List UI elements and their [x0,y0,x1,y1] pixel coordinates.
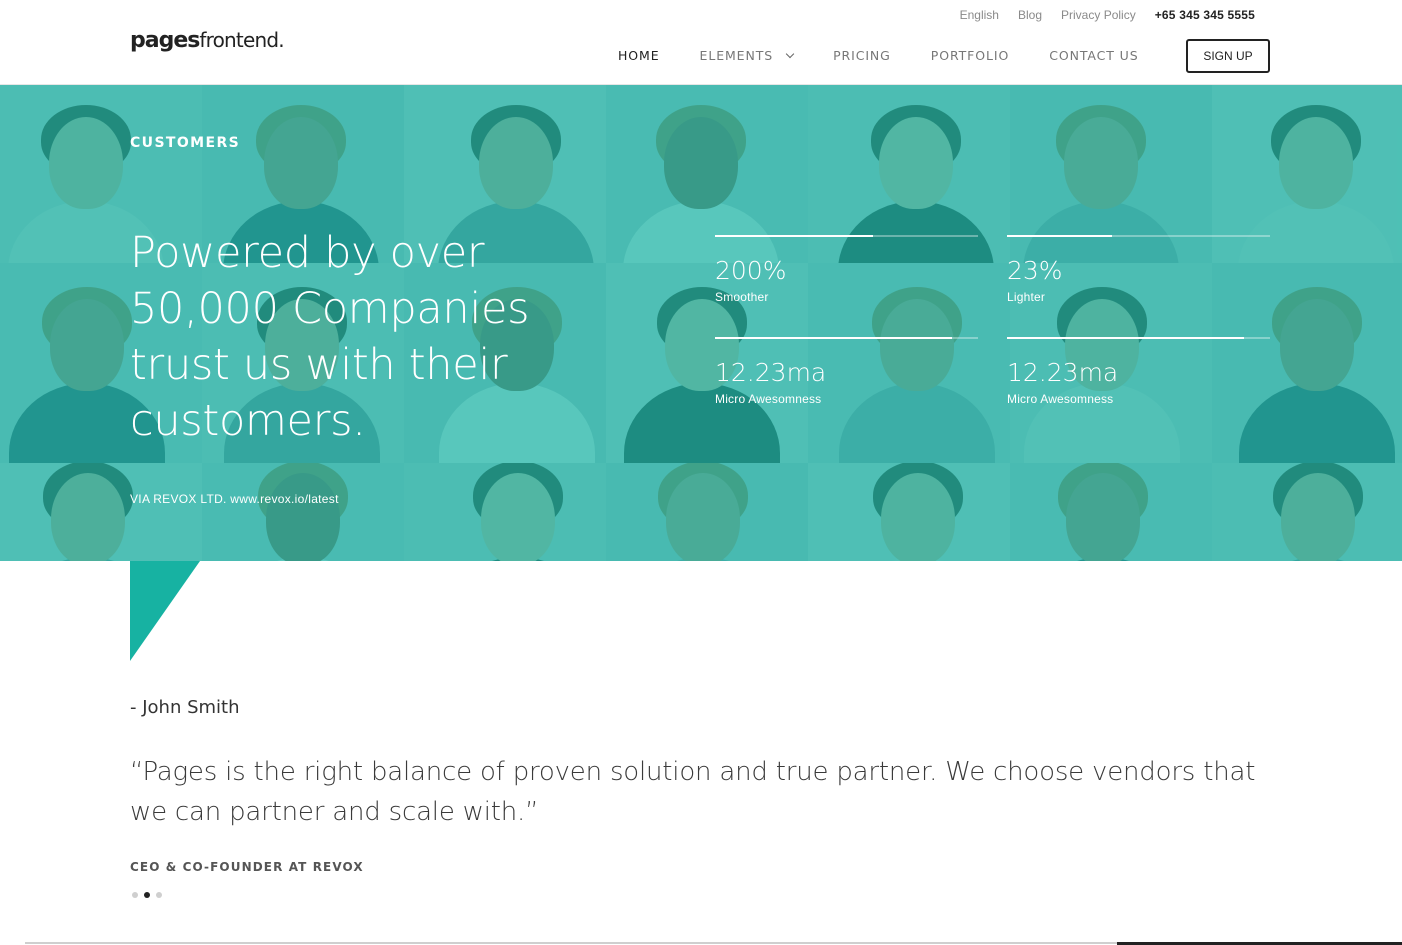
stat-label: Micro Awesomness [715,392,822,406]
progress-fill [715,235,873,237]
stat-lighter: 23% Lighter [1007,235,1270,304]
nav-item-elements[interactable]: ELEMENTS [699,48,795,63]
chevron-down-icon [785,49,795,58]
site-header: pagesfrontend. English Blog Privacy Poli… [0,0,1402,85]
carousel-dot[interactable] [156,892,162,898]
testimonial-author: - John Smith [130,697,240,718]
logo-light-text: frontend. [199,28,284,52]
quote-notch-decoration [130,561,200,661]
language-link[interactable]: English [960,8,999,22]
stat-label: Smoother [715,290,769,304]
nav-item-label: ELEMENTS [699,48,774,63]
nav-item-label: PORTFOLIO [930,48,1010,63]
progress-track [1007,235,1270,237]
stat-value: 200% [715,256,787,285]
progress-track [715,337,978,339]
stat-micro-awesomness-2: 12.23ma Micro Awesomness [1007,337,1270,406]
sign-up-button[interactable]: SIGN UP [1186,39,1270,73]
stat-label: Lighter [1007,290,1046,304]
nav-item-portfolio[interactable]: PORTFOLIO [931,48,1009,63]
section-label: CUSTOMERS [130,135,241,151]
progress-fill [1007,235,1113,237]
stat-micro-awesomness: 12.23ma Micro Awesomness [715,337,978,406]
testimonial-role: CEO & CO-FOUNDER AT REVOX [130,860,364,874]
customers-hero: CUSTOMERS Powered by over 50,000 Compani… [0,85,1402,561]
stat-value: 23% [1007,256,1063,285]
brand-logo[interactable]: pagesfrontend. [130,28,285,53]
progress-track [715,235,978,237]
carousel-dot-active[interactable] [144,892,150,898]
progress-fill [1007,337,1244,339]
nav-item-label: PRICING [833,48,891,63]
nav-item-label: HOME [618,48,660,63]
stat-value: 12.23ma [1007,358,1119,387]
logo-bold-text: pages [130,28,200,53]
nav-item-home[interactable]: HOME [618,48,660,63]
main-navigation: HOME ELEMENTS PRICING PORTFOLIO CONTACT … [618,48,1179,63]
nav-item-label: CONTACT US [1049,48,1139,63]
blog-link[interactable]: Blog [1018,8,1042,22]
hero-headline: Powered by over 50,000 Companies trust u… [130,228,530,446]
nav-item-contact-us[interactable]: CONTACT US [1049,48,1138,63]
stat-value: 12.23ma [715,358,827,387]
phone-number[interactable]: +65 345 345 5555 [1155,8,1255,22]
testimonial-quote: “Pages is the right balance of proven so… [130,757,1256,827]
utility-bar: English Blog Privacy Policy +65 345 345 … [960,8,1255,22]
stat-smoother: 200% Smoother [715,235,978,304]
source-credit: VIA REVOX LTD. www.revox.io/latest [130,492,339,506]
carousel-pagination [132,892,162,898]
progress-track [1007,337,1270,339]
nav-item-pricing[interactable]: PRICING [833,48,891,63]
carousel-dot[interactable] [132,892,138,898]
privacy-policy-link[interactable]: Privacy Policy [1061,8,1136,22]
stat-label: Micro Awesomness [1007,392,1114,406]
progress-fill [715,337,952,339]
